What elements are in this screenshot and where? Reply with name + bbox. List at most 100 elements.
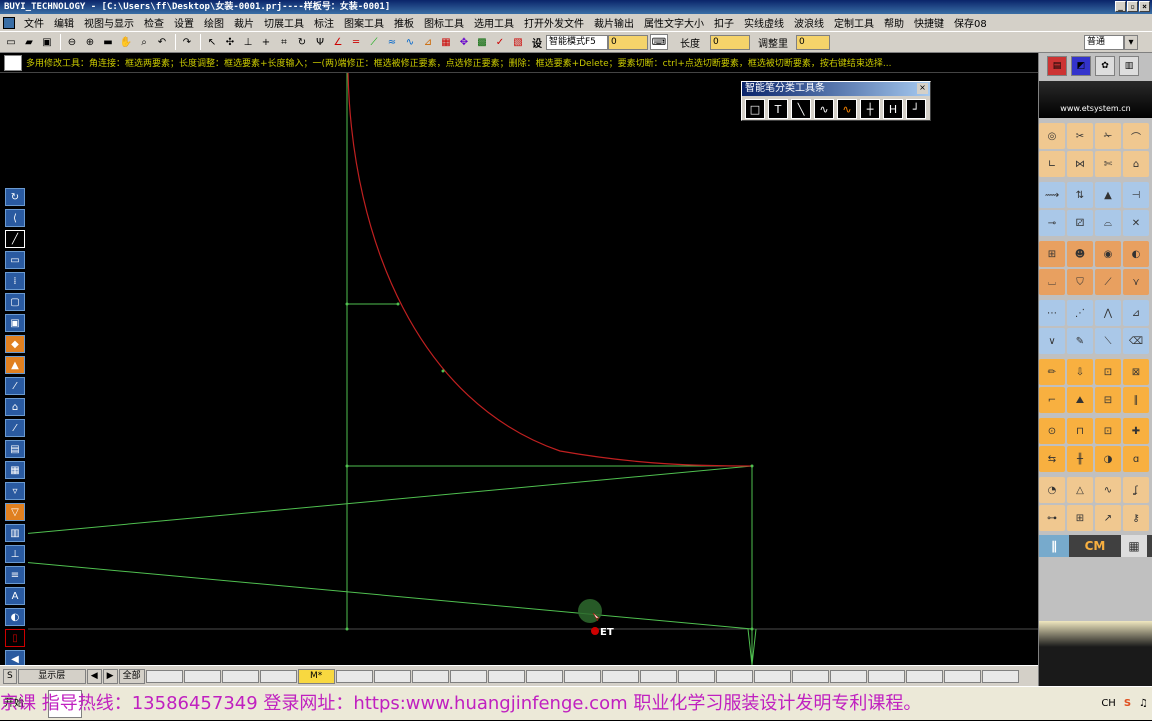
menu-grading[interactable]: 推板 <box>389 15 419 30</box>
landscape-icon[interactable]: ⛰ <box>1067 387 1093 413</box>
new-file-icon[interactable]: ▭ <box>3 34 19 50</box>
left-tool-5[interactable]: ⁞ <box>5 272 25 290</box>
minimize-button[interactable]: _ <box>1115 1 1126 12</box>
pencil-icon[interactable]: ✏ <box>1039 359 1065 385</box>
input-method-indicator[interactable]: CH <box>1101 687 1116 721</box>
size-cell[interactable] <box>221 669 259 683</box>
point-5[interactable] <box>750 464 754 468</box>
sleeve-icon[interactable]: ⌂ <box>1123 151 1149 177</box>
fit-screen-icon[interactable]: ▬ <box>100 34 116 50</box>
bag-icon[interactable]: ⌴ <box>1039 269 1065 295</box>
sogou-icon[interactable]: S <box>1124 687 1131 721</box>
grid-icon[interactable]: ▧ <box>510 34 526 50</box>
menu-select-tools[interactable]: 选用工具 <box>469 15 519 30</box>
slash-icon[interactable]: ⟍ <box>1095 328 1121 354</box>
all-layers-button[interactable]: 全部 <box>118 668 145 684</box>
dropdown-arrow-icon[interactable]: ▾ <box>1124 34 1138 50</box>
size-cell[interactable] <box>183 669 221 683</box>
start-button[interactable]: 开始 <box>0 687 40 721</box>
left-tool-7[interactable]: ▣ <box>5 314 25 332</box>
size-cell[interactable] <box>335 669 373 683</box>
menu-pattern-tools[interactable]: 图案工具 <box>339 15 389 30</box>
collar-icon[interactable]: ⋎ <box>1123 269 1149 295</box>
size-cell[interactable] <box>525 669 563 683</box>
menu-piece-output[interactable]: 裁片输出 <box>589 15 639 30</box>
h-tool-button[interactable]: H <box>883 99 903 119</box>
curve-red-tool-button[interactable]: ∿ <box>837 99 857 119</box>
pleat-icon[interactable]: ⋯ <box>1039 300 1065 326</box>
bars-icon[interactable]: ∥ <box>1123 387 1149 413</box>
mode-select[interactable]: 智能模式F5 <box>546 34 608 50</box>
sewing-machine-icon[interactable]: ⊞ <box>1039 241 1065 267</box>
fork-icon[interactable]: Ψ <box>312 34 328 50</box>
wave-icon[interactable]: ≈ <box>384 34 400 50</box>
menu-shortcuts[interactable]: 快捷键 <box>909 15 949 30</box>
needle-icon[interactable]: ⟿ <box>1039 182 1065 208</box>
left-tool-22[interactable]: ▯ <box>5 629 25 647</box>
curve-ruler-icon[interactable]: ⌒ <box>1123 123 1149 149</box>
drawing-canvas[interactable]: ET <box>0 73 1038 665</box>
marker-icon[interactable]: ⊣ <box>1123 182 1149 208</box>
close-button[interactable]: × <box>1139 1 1150 12</box>
size-cell[interactable] <box>449 669 487 683</box>
left-tool-15[interactable]: ▿ <box>5 482 25 500</box>
tape-measure-icon[interactable]: ◎ <box>1039 123 1065 149</box>
open-folder-icon[interactable]: ▰ <box>21 34 37 50</box>
point-4[interactable] <box>345 464 349 468</box>
left-tool-14[interactable]: ▦ <box>5 461 25 479</box>
pattern-icon[interactable]: ▩ <box>474 34 490 50</box>
left-tool-18[interactable]: ⊥ <box>5 545 25 563</box>
menu-check[interactable]: 检查 <box>139 15 169 30</box>
left-tool-21[interactable]: ◐ <box>5 608 25 626</box>
rect-tool-button[interactable]: □ <box>745 99 765 119</box>
shape-icon[interactable]: ⋀ <box>1095 300 1121 326</box>
save-icon[interactable]: ▣ <box>39 34 55 50</box>
layer-select[interactable]: 显示层 <box>17 668 86 684</box>
menu-save08[interactable]: 保存08 <box>949 15 992 30</box>
app-icon[interactable] <box>3 16 15 29</box>
move-icon[interactable]: ✣ <box>222 34 238 50</box>
select-pointer-icon[interactable]: ↖ <box>204 34 220 50</box>
settings-label[interactable]: 设 <box>528 35 546 50</box>
left-tool-13[interactable]: ▤ <box>5 440 25 458</box>
length-field[interactable]: 0 <box>710 34 750 50</box>
redo-icon[interactable]: ↷ <box>179 34 195 50</box>
skirt-icon[interactable]: ⊓ <box>1067 418 1093 444</box>
prev-page-button[interactable]: ◀ <box>86 668 102 684</box>
pen-icon[interactable]: ✎ <box>1067 328 1093 354</box>
menu-icon-tools[interactable]: 图标工具 <box>419 15 469 30</box>
calculator-small-icon[interactable]: ⊞ <box>1067 505 1093 531</box>
lower-slant-line[interactable] <box>0 559 753 630</box>
armhole-curve[interactable] <box>347 73 753 467</box>
corner-tool-button[interactable]: ┘ <box>906 99 926 119</box>
left-tool-16[interactable]: ▽ <box>5 503 25 521</box>
bodice-icon[interactable]: ⛉ <box>1067 269 1093 295</box>
zipper-icon[interactable]: ⊶ <box>1039 505 1065 531</box>
restore-button[interactable]: ▫ <box>1127 1 1138 12</box>
numeric-field[interactable]: 0 <box>608 34 648 50</box>
next-page-button[interactable]: ▶ <box>102 668 118 684</box>
hook-icon[interactable]: ʆ <box>1123 477 1149 503</box>
left-tool-9[interactable]: ▲ <box>5 356 25 374</box>
split-icon[interactable]: ⋈ <box>1067 151 1093 177</box>
curve-icon[interactable]: ∿ <box>402 34 418 50</box>
delete-icon[interactable]: ✕ <box>1123 210 1149 236</box>
volume-icon[interactable]: ♫ <box>1139 687 1148 721</box>
left-tool-10[interactable]: ⁄ <box>5 377 25 395</box>
rotate-icon[interactable]: ↻ <box>294 34 310 50</box>
dart-fold-icon[interactable]: ⌐ <box>1039 387 1065 413</box>
eraser-icon[interactable]: ⌫ <box>1123 328 1149 354</box>
plus-icon[interactable]: + <box>258 34 274 50</box>
size-cell[interactable] <box>411 669 449 683</box>
tape-roll-icon[interactable]: ◔ <box>1039 477 1065 503</box>
upper-slant-line[interactable] <box>0 465 753 537</box>
calculator-icon[interactable]: ▦ <box>1121 535 1147 557</box>
bottom-tick-right[interactable] <box>751 628 757 665</box>
mirror-icon[interactable]: ◑ <box>1095 446 1121 472</box>
curve-tool-button[interactable]: ∿ <box>814 99 834 119</box>
zoom-out-icon[interactable]: ⊖ <box>64 34 80 50</box>
key-icon[interactable]: ⚷ <box>1123 505 1149 531</box>
split-vertical-icon[interactable]: ⊡ <box>1095 418 1121 444</box>
size-cell[interactable] <box>981 669 1019 683</box>
size-cell[interactable] <box>905 669 943 683</box>
